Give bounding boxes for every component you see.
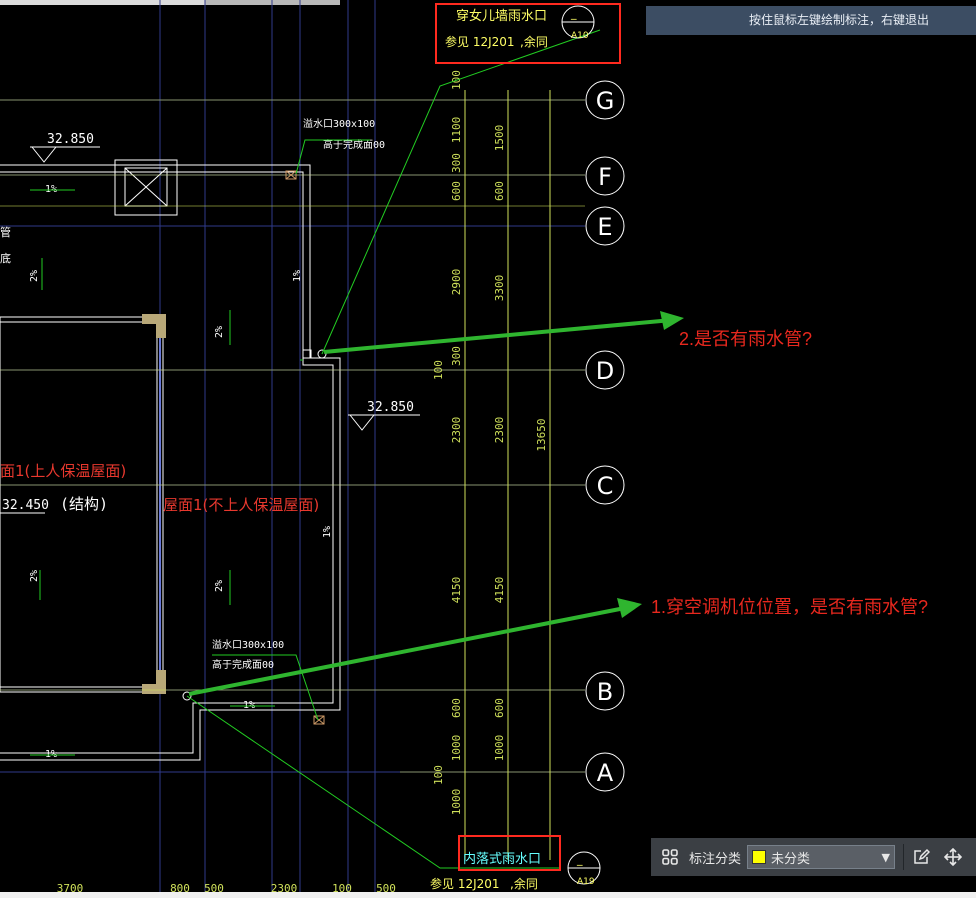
annotation-note-2[interactable]: 2.是否有雨水管? (679, 326, 812, 352)
dim-label: 1100 (450, 117, 463, 144)
side-label: 底 (0, 251, 11, 265)
dim-total-label: 13650 (535, 418, 548, 451)
move-icon[interactable] (940, 844, 966, 870)
axis-label-b: B (597, 678, 613, 706)
slope-label: 2% (29, 570, 40, 582)
outlet-note: 高于完成面00 (212, 658, 274, 671)
axis-label-d: D (596, 357, 614, 385)
dim-label: 2900 (450, 269, 463, 296)
dim-label: 100 (432, 765, 445, 785)
elevation-label: 32.850 (47, 132, 94, 147)
elevation-label: 32.450 (2, 498, 49, 513)
axis-label-g: G (596, 87, 615, 115)
category-label: 标注分类 (689, 851, 742, 867)
category-color-swatch (752, 850, 767, 864)
slope-label: 2% (214, 580, 225, 592)
category-value: 未分类 (771, 851, 811, 867)
grid-icon[interactable] (657, 844, 683, 870)
chevron-down-icon: ▼ (881, 850, 891, 864)
dim-label: 4150 (493, 577, 506, 604)
category-select[interactable]: 未分类 ▼ (747, 845, 896, 869)
dim-label: 600 (450, 698, 463, 718)
callout-top-code: A10 (571, 31, 589, 41)
dim-label: 300 (450, 153, 463, 173)
cad-drawing-canvas[interactable]: G F E D C B A 100 1100 300 600 2900 300 … (0, 0, 976, 898)
dim-label: 4150 (450, 577, 463, 604)
slope-label: 1% (322, 526, 333, 538)
toolbar-divider (903, 844, 905, 870)
structure-note: (结构) (60, 495, 108, 513)
dim-label: 600 (493, 698, 506, 718)
dim-label: 2300 (493, 417, 506, 444)
roof-label: 面1(上人保温屋面) (0, 462, 126, 480)
dim-label: 100 (432, 360, 445, 380)
callout-bottom-title: 内落式雨水口 (463, 851, 541, 867)
callout-bottom-same: ,余同 (510, 876, 538, 891)
status-hint-bar: 按住鼠标左键绘制标注，右键退出 (646, 6, 976, 35)
axis-label-f: F (598, 163, 612, 191)
annotation-note-1[interactable]: 1.穿空调机位位置，是否有雨水管? (651, 594, 961, 620)
bottom-edge-strip (0, 892, 976, 898)
callout-bottom-dash: _ (576, 853, 583, 866)
dim-label: 1000 (493, 735, 506, 762)
dim-label: 3300 (493, 275, 506, 302)
callout-bottom-code: A19 (577, 877, 595, 887)
callout-top-dash: _ (570, 7, 577, 20)
dim-label: 300 (450, 346, 463, 366)
slope-label: 1% (292, 270, 303, 282)
roof-label: 屋面1(不上人保温屋面) (163, 496, 319, 514)
outlet-note: 溢水口300x100 (303, 117, 375, 130)
dim-label: 1500 (493, 125, 506, 152)
side-label: 管 (0, 225, 11, 239)
axis-label-e: E (597, 213, 612, 241)
edit-icon[interactable] (908, 844, 934, 870)
dim-label: 1000 (450, 735, 463, 762)
elevation-label: 32.850 (367, 400, 414, 415)
slope-label: 2% (29, 270, 40, 282)
arrow-head-1 (617, 598, 642, 618)
axis-label-a: A (597, 759, 614, 787)
annotation-toolbar: 标注分类 未分类 ▼ (651, 838, 976, 876)
dim-label: 2300 (450, 417, 463, 444)
dim-label: 1000 (450, 789, 463, 816)
axis-label-c: C (597, 472, 614, 500)
slope-label: 2% (214, 326, 225, 338)
outlet-note: 溢水口300x100 (212, 638, 284, 651)
dim-label: 600 (493, 181, 506, 201)
callout-bottom-ref: 参见 12J201 (430, 876, 500, 891)
dim-label: 600 (450, 181, 463, 201)
callout-top-ref: 参见 12J201 (445, 34, 515, 49)
callout-top-same: ,余同 (520, 34, 548, 49)
callout-top-title: 穿女儿墙雨水口 (456, 8, 547, 24)
